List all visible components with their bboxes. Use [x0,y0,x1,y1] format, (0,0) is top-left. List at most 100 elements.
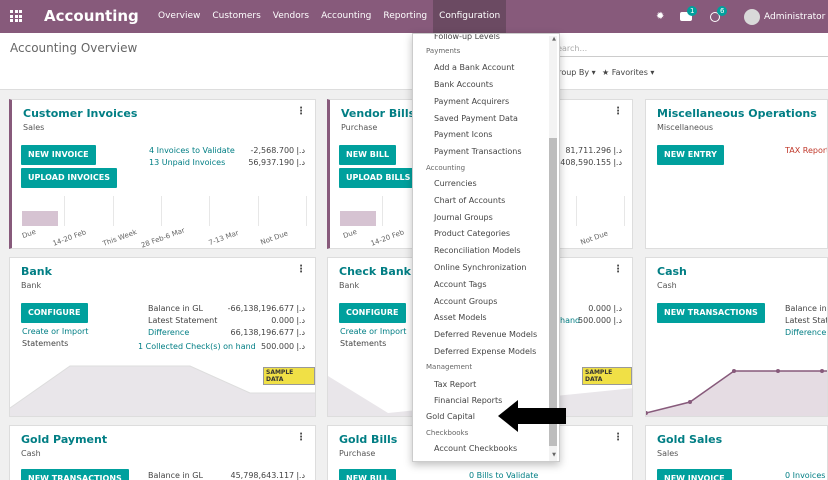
menu-item-saved-payment-data[interactable]: Saved Payment Data [434,114,518,123]
new-invoice-button[interactable]: NEW INVOICE [657,469,732,480]
menu-item-account-checkbooks[interactable]: Account Checkbooks [434,444,517,453]
menu-item-follow-up-levels[interactable]: Follow-up Levels [434,34,500,41]
tick-label: Not Due [579,229,610,247]
menu-item-account-tags[interactable]: Account Tags [434,280,487,289]
menu-item-deferred-expense-models[interactable]: Deferred Expense Models [434,347,536,356]
search-input[interactable]: Search... [552,41,828,57]
invoices-to-validate-link[interactable]: 0 Invoices t [785,471,827,480]
upload-bills-button[interactable]: UPLOAD BILLS [339,168,418,188]
create-import-link[interactable]: Create or Import [22,327,88,336]
menu-item-currencies[interactable]: Currencies [434,179,477,188]
card-bank: Bank Bank ⋮ CONFIGURE Create or Import S… [9,257,316,417]
menu-overview[interactable]: Overview [152,0,206,33]
debug-icon[interactable]: ✹ [656,11,666,22]
invoices-to-validate-amount: -2,568.700 د.إ [250,146,305,155]
chart-bar[interactable] [340,211,376,226]
collected-checks-amount: 500.000 د.إ [261,342,305,351]
menu-item-tax-report[interactable]: Tax Report [434,380,476,389]
journal-type: Bank [21,281,42,290]
menu-item-chart-of-accounts[interactable]: Chart of Accounts [434,196,505,205]
app-brand[interactable]: Accounting [44,7,139,25]
section-header-checkbooks: Checkbooks [426,429,469,437]
menu-item-online-synchronization[interactable]: Online Synchronization [434,263,526,272]
journal-type: Cash [657,281,677,290]
chart-gridline [306,196,307,226]
menu-item-account-groups[interactable]: Account Groups [434,297,497,306]
menu-item-reconciliation-models[interactable]: Reconciliation Models [434,246,521,255]
journal-type: Sales [657,449,679,458]
balance-gl-label: Balance in GL [148,471,203,480]
kebab-menu-icon[interactable]: ⋮ [613,432,623,443]
new-bill-button[interactable]: NEW BILL [339,469,397,480]
menu-accounting[interactable]: Accounting [315,0,377,33]
new-entry-button[interactable]: NEW ENTRY [657,145,724,165]
tax-report-link[interactable]: TAX Report [785,146,827,155]
menu-item-payment-transactions[interactable]: Payment Transactions [434,147,522,156]
card-miscellaneous: Miscellaneous Operations Miscellaneous N… [645,99,828,249]
avatar[interactable] [744,8,760,25]
bills-to-validate-amount: 81,711.296 د.إ [565,146,622,155]
menu-item-journal-groups[interactable]: Journal Groups [434,213,493,222]
bills-to-validate-link[interactable]: 0 Bills to Validate [469,471,538,480]
journal-name[interactable]: Check Bank [339,265,411,278]
unpaid-invoices-link[interactable]: 13 Unpaid Invoices [149,158,225,167]
favorites-button[interactable]: ★ Favorites ▾ [602,68,654,77]
journal-name[interactable]: Bank [21,265,52,278]
new-transactions-button[interactable]: NEW TRANSACTIONS [657,303,765,323]
apps-grid-icon[interactable] [10,10,22,22]
new-transactions-button[interactable]: NEW TRANSACTIONS [21,469,129,480]
kebab-menu-icon[interactable]: ⋮ [613,264,623,275]
journal-name[interactable]: Vendor Bills [341,107,415,120]
chart-gridline [64,196,65,226]
user-name[interactable]: Administrator (a [764,12,828,22]
journal-name[interactable]: Gold Payment [21,433,107,446]
menu-item-bank-accounts[interactable]: Bank Accounts [434,80,493,89]
scroll-up-icon[interactable]: ▲ [552,36,556,42]
configure-button[interactable]: CONFIGURE [21,303,88,323]
chat-icon[interactable]: 1 [680,6,698,21]
kebab-menu-icon[interactable]: ⋮ [613,106,623,117]
configure-button[interactable]: CONFIGURE [339,303,406,323]
activity-clock-icon[interactable]: 6 [710,5,728,22]
menu-item-gold-capital[interactable]: Gold Capital [426,412,475,421]
scroll-down-icon[interactable]: ▼ [552,452,556,458]
menu-item-deferred-revenue-models[interactable]: Deferred Revenue Models [434,330,537,339]
kebab-menu-icon[interactable]: ⋮ [296,106,306,117]
new-invoice-button[interactable]: NEW INVOICE [21,145,96,165]
kebab-menu-icon[interactable]: ⋮ [296,432,306,443]
favorites-label: Favorites [611,68,648,77]
card-customer-invoices: Customer Invoices Sales ⋮ NEW INVOICE UP… [9,99,316,249]
chart-gridline [113,196,114,226]
kebab-menu-icon[interactable]: ⋮ [296,264,306,275]
difference-link[interactable]: Difference [785,328,826,337]
create-import-link[interactable]: Create or Import [340,327,406,336]
menu-vendors[interactable]: Vendors [267,0,315,33]
journal-name[interactable]: Cash [657,265,687,278]
chart-gridline [576,196,577,226]
menu-item-financial-reports[interactable]: Financial Reports [434,396,502,405]
upload-invoices-button[interactable]: UPLOAD INVOICES [21,168,117,188]
journal-type: Sales [23,123,45,132]
new-bill-button[interactable]: NEW BILL [339,145,397,165]
menu-item-payment-acquirers[interactable]: Payment Acquirers [434,97,509,106]
journal-name[interactable]: Gold Sales [657,433,722,446]
menu-item-product-categories[interactable]: Product Categories [434,229,510,238]
section-header-management: Management [426,363,473,371]
menu-customers[interactable]: Customers [206,0,266,33]
journal-type: Miscellaneous [657,123,714,132]
menu-item-asset-models[interactable]: Asset Models [434,313,487,322]
journal-name[interactable]: Gold Bills [339,433,397,446]
journal-name[interactable]: Customer Invoices [23,107,137,120]
latest-statement-amount: 0.000 د.إ [271,316,305,325]
invoices-to-validate-link[interactable]: 4 Invoices to Validate [149,146,235,155]
menu-reporting[interactable]: Reporting [377,0,433,33]
balance-gl-amount: 45,798,643.117 د.إ [230,471,306,480]
menu-configuration[interactable]: Configuration [433,0,507,33]
menu-item-payment-icons[interactable]: Payment Icons [434,130,492,139]
chart-bar[interactable] [22,211,58,226]
menu-item-add-bank-account[interactable]: Add a Bank Account [434,63,514,72]
chart-gridline [209,196,210,226]
journal-name[interactable]: Miscellaneous Operations [657,107,817,120]
difference-link[interactable]: Difference [148,328,189,337]
collected-checks-link[interactable]: 1 Collected Check(s) on hand [138,342,256,351]
